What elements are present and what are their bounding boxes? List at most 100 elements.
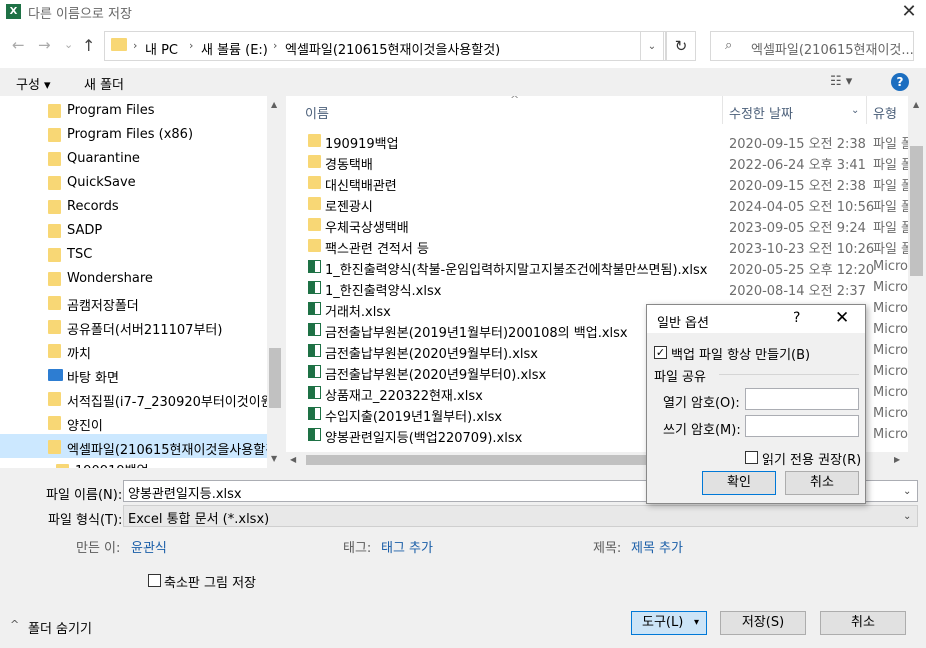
scroll-up-arrow-icon[interactable]: ▲: [271, 100, 277, 109]
folder-icon: [48, 272, 61, 286]
filetype-dropdown-icon[interactable]: ⌄: [903, 511, 911, 522]
breadcrumb-volume-e[interactable]: 새 볼륨 (E:): [201, 39, 268, 58]
tree-item-quicksave[interactable]: QuickSave: [0, 170, 267, 194]
scroll-left-arrow-icon[interactable]: ◀: [290, 455, 296, 464]
navigation-pane-scrollbar[interactable]: ▲ ▼: [267, 96, 283, 468]
refresh-icon[interactable]: ↻: [666, 31, 696, 61]
file-type: Micros: [873, 280, 908, 295]
tree-item-label: TSC: [67, 247, 93, 262]
tree-item-gomcam[interactable]: 곰캠저장폴더: [0, 290, 267, 314]
dialog-cancel-button[interactable]: 취소: [785, 471, 859, 495]
column-dropdown-icon[interactable]: ⌄: [851, 105, 859, 116]
file-type: Micros: [873, 322, 908, 337]
file-list-vertical-scrollbar[interactable]: ▲: [908, 96, 925, 453]
file-type: 파일 폴: [873, 242, 908, 257]
file-date: 2020-05-25 오후 12:20: [729, 263, 875, 278]
folder-icon: [48, 200, 61, 214]
tree-item-book-writing[interactable]: 서적집필(i7-7_230920부터이것이원본: [0, 386, 283, 410]
tree-item-program-files[interactable]: Program Files: [0, 98, 267, 122]
tree-item-records[interactable]: Records: [0, 194, 267, 218]
readonly-recommended-checkbox[interactable]: [745, 451, 758, 464]
hide-folders-button[interactable]: 폴더 숨기기: [28, 618, 92, 637]
file-row[interactable]: 1_한진출력양식.xlsx 2020-08-14 오전 2:37 Micros: [286, 277, 908, 299]
hide-folders-arrow-icon[interactable]: ^: [10, 618, 19, 631]
tools-label: 도구(L): [642, 615, 684, 630]
organize-button[interactable]: 구성 ▾: [16, 74, 51, 93]
backup-checkbox[interactable]: ✓: [654, 346, 667, 359]
breadcrumb-separator-icon: ›: [273, 39, 278, 52]
excel-file-icon: [308, 344, 321, 357]
search-box[interactable]: ⌕ 엑셀파일(210615현재이것...: [710, 31, 914, 61]
save-thumbnail-checkbox[interactable]: [148, 574, 161, 587]
close-icon[interactable]: ✕: [835, 308, 849, 328]
file-name: 우체국상생택배: [325, 221, 409, 236]
filename-dropdown-icon[interactable]: ⌄: [903, 486, 911, 497]
tree-item-label: 엑셀파일(210615현재이것을사용할것: [67, 443, 278, 458]
column-divider[interactable]: [722, 96, 723, 124]
tags-value[interactable]: 태그 추가: [381, 537, 433, 556]
address-dropdown-icon[interactable]: ⌄: [640, 31, 664, 61]
recent-locations-icon[interactable]: ⌄: [64, 38, 73, 51]
back-arrow-icon[interactable]: ←: [12, 36, 25, 54]
scrollbar-thumb[interactable]: [910, 146, 923, 276]
tree-item-sadp[interactable]: SADP: [0, 218, 267, 242]
scroll-down-arrow-icon[interactable]: ▼: [271, 454, 277, 463]
tree-item-backup-190919[interactable]: 190919백업: [0, 458, 267, 468]
tree-item-wondershare[interactable]: Wondershare: [0, 266, 267, 290]
column-header-name[interactable]: 이름: [305, 103, 329, 122]
file-date: 2022-06-24 오후 3:41: [729, 158, 866, 173]
tree-item-program-files-x86[interactable]: Program Files (x86): [0, 122, 267, 146]
scroll-up-arrow-icon[interactable]: ▲: [913, 100, 919, 109]
file-row[interactable]: 로젠광시 2024-04-05 오전 10:56 파일 폴: [286, 193, 908, 215]
scrollbar-thumb[interactable]: [269, 348, 281, 408]
help-icon[interactable]: ?: [793, 310, 800, 326]
tree-item-yangjin[interactable]: 양진이: [0, 410, 267, 434]
filetype-select[interactable]: Excel 통합 문서 (*.xlsx): [123, 505, 918, 527]
tree-item-shared-folder[interactable]: 공유폴더(서버211107부터): [0, 314, 267, 338]
backup-label: 백업 파일 항상 만들기(B): [671, 348, 811, 363]
search-icon: ⌕: [725, 38, 733, 53]
file-row[interactable]: 190919백업 2020-09-15 오전 2:38 파일 폴: [286, 130, 908, 152]
scroll-right-arrow-icon[interactable]: ▶: [894, 455, 900, 464]
new-folder-button[interactable]: 새 폴더: [84, 74, 124, 93]
excel-file-icon: [308, 428, 321, 441]
breadcrumb-current-folder[interactable]: 엑셀파일(210615현재이것을사용할것): [285, 39, 500, 58]
tree-item-tsc[interactable]: TSC: [0, 242, 267, 266]
tree-item-label: Quarantine: [67, 151, 140, 166]
file-row[interactable]: 팩스관련 견적서 등 2023-10-23 오전 10:26 파일 폴: [286, 235, 908, 257]
tree-item-kkachi[interactable]: 까치: [0, 338, 267, 362]
scrollbar-thumb[interactable]: [306, 455, 666, 465]
cancel-button[interactable]: 취소: [820, 611, 906, 635]
title-value[interactable]: 제목 추가: [631, 537, 683, 556]
column-divider[interactable]: [866, 96, 867, 124]
up-arrow-icon[interactable]: ↑: [82, 36, 95, 55]
file-type: Micros: [873, 427, 908, 442]
excel-app-icon: X: [6, 4, 21, 19]
file-type: Micros: [873, 364, 908, 379]
forward-arrow-icon[interactable]: →: [38, 36, 51, 54]
write-password-input[interactable]: [745, 415, 859, 437]
breadcrumb-my-pc[interactable]: 내 PC: [145, 39, 178, 58]
file-row[interactable]: 대신택배관련 2020-09-15 오전 2:38 파일 폴: [286, 172, 908, 194]
file-row[interactable]: 경동택배 2022-06-24 오후 3:41 파일 폴: [286, 151, 908, 173]
tree-item-desktop[interactable]: 바탕 화면: [0, 362, 267, 386]
open-password-input[interactable]: [745, 388, 859, 410]
tools-button[interactable]: 도구(L) ▾: [631, 611, 707, 635]
view-options-icon[interactable]: ☷ ▾: [830, 74, 852, 89]
address-bar[interactable]: › 내 PC › 새 볼륨 (E:) › 엑셀파일(210615현재이것을사용할…: [104, 31, 666, 61]
file-row[interactable]: 1_한진출력양식(착불-운임입력하지말고지불조건에착불만쓰면됨).xlsx 202…: [286, 256, 908, 278]
column-header-type[interactable]: 유형: [873, 103, 897, 122]
tree-item-excel-files[interactable]: 엑셀파일(210615현재이것을사용할것: [0, 434, 277, 458]
close-icon[interactable]: ✕: [898, 1, 920, 23]
help-icon[interactable]: ?: [891, 73, 909, 91]
column-header-date[interactable]: 수정한 날짜: [729, 103, 793, 122]
save-button[interactable]: 저장(S): [720, 611, 806, 635]
readonly-recommended-label: 읽기 전용 권장(R): [762, 453, 862, 468]
file-date: 2020-09-15 오전 2:38: [729, 137, 866, 152]
folder-icon: [308, 218, 321, 231]
folder-icon: [48, 176, 61, 190]
author-value[interactable]: 윤관식: [131, 537, 167, 556]
file-row[interactable]: 우체국상생택배 2023-09-05 오전 9:24 파일 폴: [286, 214, 908, 236]
ok-button[interactable]: 확인: [702, 471, 776, 495]
tree-item-quarantine[interactable]: Quarantine: [0, 146, 267, 170]
